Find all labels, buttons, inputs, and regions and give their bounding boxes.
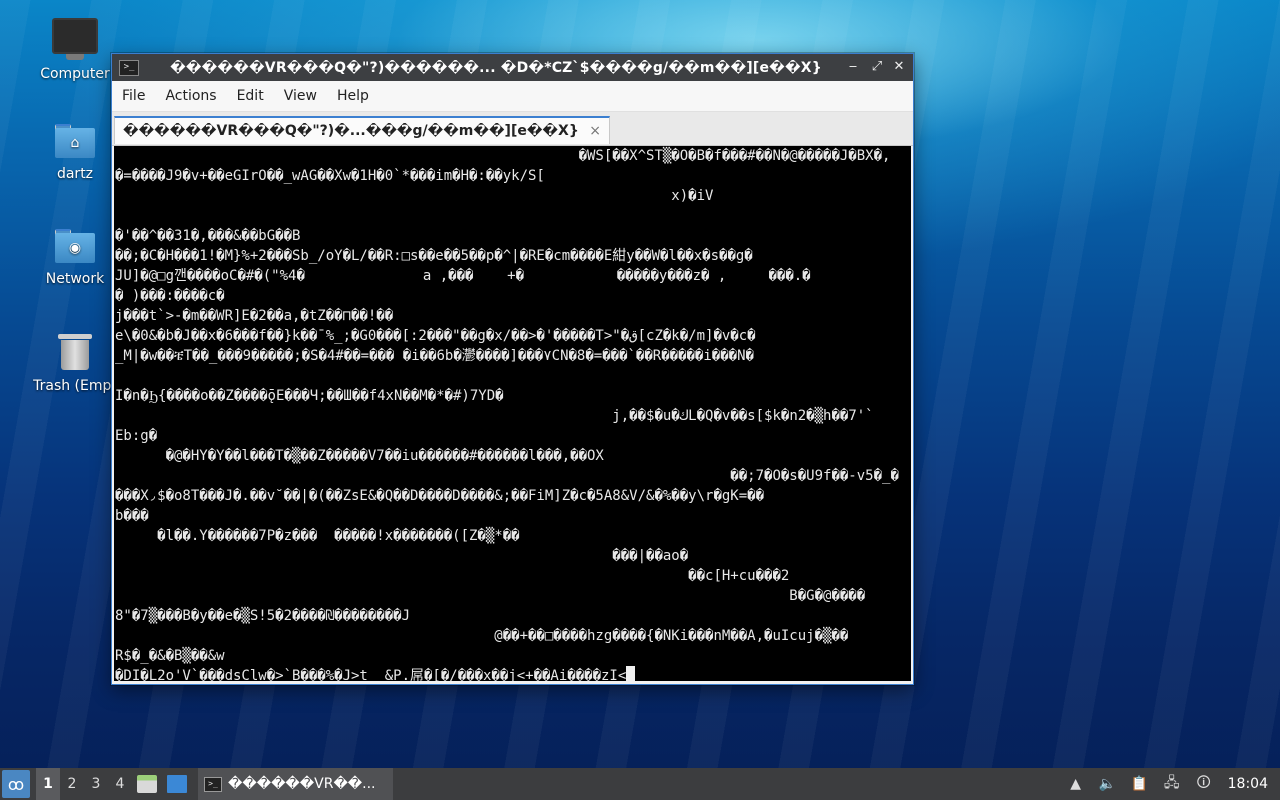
terminal-app-icon[interactable]: >_ (119, 59, 139, 76)
menu-bar: File Actions Edit View Help (112, 81, 913, 112)
system-tray: ▲ 🔈 📋 🖧 🛈 18:04 (1060, 774, 1280, 794)
tab-close-icon[interactable]: × (589, 123, 601, 139)
close-button[interactable]: ✕ (891, 59, 907, 74)
menu-edit[interactable]: Edit (227, 88, 274, 104)
window-titlebar[interactable]: >_ ������VR���Q�"?)������... �D�*CZ`$���… (112, 54, 913, 81)
workspace-2[interactable]: 2 (60, 776, 84, 792)
updates-icon[interactable]: 🛈 (1194, 774, 1214, 794)
minimize-button[interactable]: ‒ (845, 59, 861, 74)
trash-icon (58, 332, 92, 370)
network-folder-icon: ◉ (55, 229, 95, 263)
tab-label: ������VR���Q�"?)�...���g/��m��][e��X} (123, 123, 579, 139)
terminal-window: >_ ������VR���Q�"?)������... �D�*CZ`$���… (111, 53, 914, 685)
volume-icon[interactable]: 🔈 (1098, 774, 1118, 794)
home-folder-icon: ⌂ (55, 124, 95, 158)
maximize-button[interactable]: ⤢ (869, 59, 885, 74)
desktop-icon-computer[interactable]: Computer (25, 18, 125, 82)
tab-bar: ������VR���Q�"?)�...���g/��m��][e��X} × (112, 112, 913, 146)
menu-view[interactable]: View (274, 88, 327, 104)
terminal-text: �WS[��X^ST▒�O�B�f���#��N�@�����J�BX�, �=… (115, 148, 899, 681)
terminal-cursor (626, 666, 636, 681)
clipboard-icon[interactable]: 📋 (1130, 774, 1150, 794)
file-manager-launcher-icon[interactable] (137, 775, 157, 793)
tray-arrow-icon[interactable]: ▲ (1066, 774, 1086, 794)
desktop-icon-label: Computer (40, 66, 110, 82)
terminal-tab[interactable]: ������VR���Q�"?)�...���g/��m��][e��X} × (114, 116, 610, 144)
terminal-output[interactable]: �WS[��X^ST▒�O�B�f���#��N�@�����J�BX�, �=… (114, 146, 911, 681)
applications-menu-icon[interactable]: ꝏ (2, 770, 30, 798)
network-tray-icon[interactable]: 🖧 (1162, 774, 1182, 794)
workspace-4[interactable]: 4 (108, 776, 132, 792)
menu-help[interactable]: Help (327, 88, 379, 104)
terminal-task-icon: >_ (204, 776, 222, 792)
window-title: ������VR���Q�"?)������... �D�*CZ`$����g/… (170, 59, 822, 76)
menu-file[interactable]: File (112, 88, 155, 104)
taskbar: ꝏ 1 2 3 4 >_ ������VR��... ▲ 🔈 📋 🖧 🛈 18:… (0, 768, 1280, 800)
desktop-icon-label: Trash (Empt (33, 378, 117, 394)
desktop-icon-trash[interactable]: Trash (Empt (25, 332, 125, 394)
desktop-icon-network[interactable]: ◉ Network (25, 229, 125, 287)
menu-actions[interactable]: Actions (155, 88, 226, 104)
desktop-icon-home[interactable]: ⌂ dartz (25, 124, 125, 182)
workspace-1[interactable]: 1 (36, 768, 60, 800)
taskbar-terminal-task[interactable]: >_ ������VR��... (198, 768, 393, 800)
show-desktop-icon[interactable] (167, 775, 187, 793)
task-label: ������VR��... (228, 776, 376, 792)
computer-icon (52, 18, 98, 60)
clock[interactable]: 18:04 (1228, 776, 1268, 792)
workspace-3[interactable]: 3 (84, 776, 108, 792)
desktop-icon-label: dartz (56, 166, 94, 182)
desktop-icon-label: Network (45, 271, 105, 287)
